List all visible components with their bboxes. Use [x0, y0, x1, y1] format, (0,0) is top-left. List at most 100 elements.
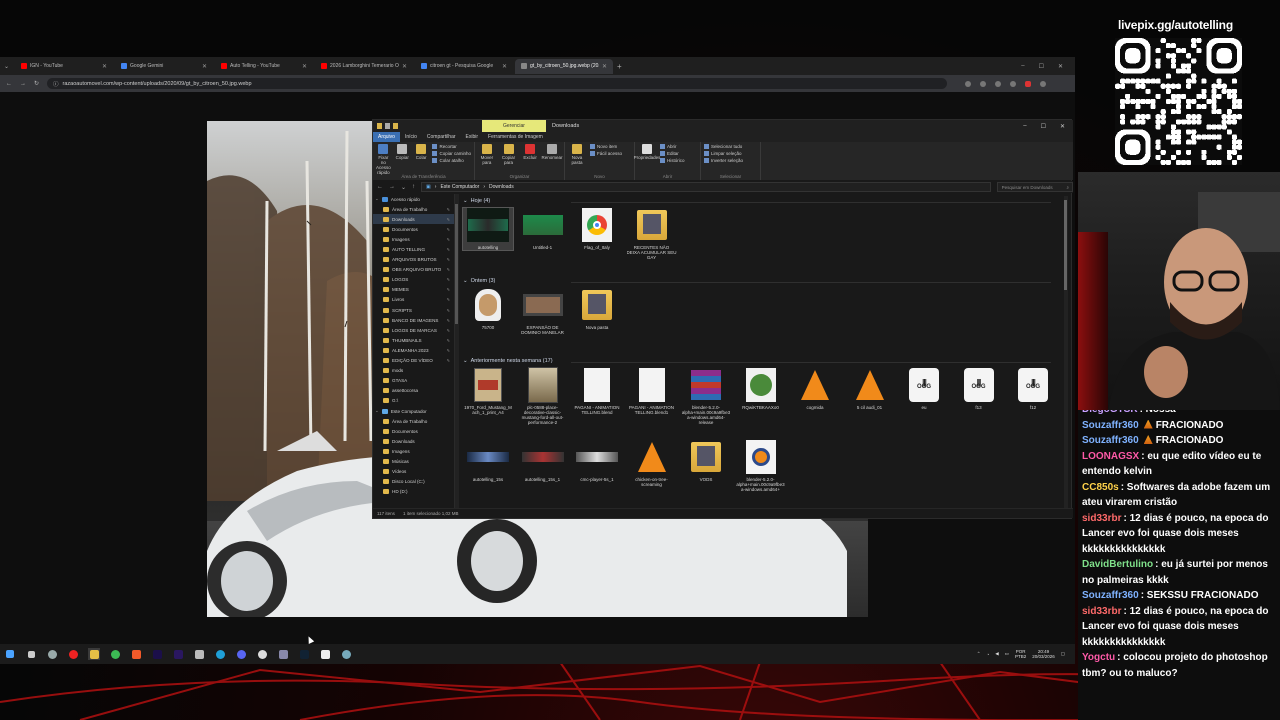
settings-gear-icon[interactable] [340, 648, 352, 660]
sidebar-item[interactable]: Músicas [373, 456, 454, 466]
new-folder-icon[interactable] [393, 123, 398, 129]
new-tab-button[interactable]: + [617, 62, 622, 71]
chat-username[interactable]: DavidBertulino [1082, 559, 1153, 570]
opera-icon[interactable] [67, 648, 79, 660]
sidebar-item[interactable]: ARQUIVOS BRUTOS ✎ [373, 255, 454, 265]
properties-icon[interactable] [385, 123, 390, 129]
file-item[interactable]: RQwiKTBKAAXo0 [736, 368, 786, 410]
ribbon-tab[interactable]: Arquivo [373, 132, 400, 142]
group-header[interactable]: ⌄ Anteriormente nesta semana (17) [463, 358, 553, 364]
premiere-icon[interactable] [151, 648, 163, 660]
file-item[interactable]: 5 cil audi_01 [845, 368, 895, 410]
sidebar-item[interactable]: BANCO DE IMAGENS ✎ [373, 315, 454, 325]
select-all-button[interactable]: Selecionar tudo [704, 144, 743, 149]
file-item[interactable]: Nova pasta [572, 288, 622, 330]
search-field[interactable]: Pesquisar em Downloads ⌕ [996, 182, 1073, 192]
file-item[interactable]: RECENTES NÃO DEIXA ACUMULAR SEU GAY [627, 208, 677, 260]
file-item[interactable]: ||| OGG eu [899, 368, 949, 410]
browser-tab[interactable]: gt_by_citroen_50.jpg.webp (20... ✕ [515, 58, 614, 74]
browser-tab[interactable]: Google Gemini ✕ [115, 59, 213, 74]
reload-icon[interactable]: ↻ [34, 80, 39, 87]
file-item[interactable]: Flag_of_Italy [572, 208, 622, 250]
file-item[interactable]: EXPANSÃO DE DOMINIO MANELAR [518, 288, 568, 335]
file-item[interactable]: blender-5.2.0-alpha+main.00c9a9fbe3a-win… [736, 440, 786, 492]
paste-shortcut-button[interactable]: Colar atalho [432, 158, 471, 163]
tab-close-icon[interactable]: ✕ [102, 63, 107, 70]
new-item-button[interactable]: Novo item [590, 144, 622, 149]
breadcrumb[interactable]: ▣ › Este Computador › Downloads [421, 182, 991, 192]
sidebar-item[interactable]: HD (D:) [373, 487, 454, 497]
tab-search-icon[interactable]: ⌄ [4, 63, 9, 70]
file-item[interactable]: PAGANI - ANIMATION TELLING.blend [572, 368, 622, 415]
up-arrow-icon[interactable]: ↑ [412, 184, 415, 190]
chat-username[interactable]: LOONAGSX [1082, 451, 1139, 462]
file-item[interactable]: chicken-on-tree-screaming [627, 440, 677, 487]
folder-icon[interactable] [377, 123, 382, 129]
chat-username[interactable]: CC850s [1082, 482, 1119, 493]
file-item[interactable]: ||| OGG f12 [1008, 368, 1058, 410]
browser-tab[interactable]: 2026 Lamborghini Temerario O ✕ [315, 59, 413, 74]
sidebar-item[interactable]: OBS ARQUIVO BRUTO ✎ [373, 265, 454, 275]
extensions-icon[interactable] [995, 80, 1002, 87]
clear-selection-button[interactable]: Limpar seleção [704, 151, 743, 156]
file-item[interactable]: VODS [681, 440, 731, 482]
file-item[interactable]: cmc-player-5s_1 [572, 440, 622, 482]
chat-username[interactable]: sid33rbr [1082, 513, 1121, 524]
maximize-icon[interactable]: ☐ [1039, 63, 1044, 70]
sidebar-item[interactable]: Área de Trabalho ✎ [373, 204, 454, 214]
file-item[interactable]: PAGANI - ANIMATION TELLING.blend1 [627, 368, 677, 415]
close-icon[interactable]: ✕ [1058, 63, 1063, 70]
chevron-down-icon[interactable]: ⌄ [375, 196, 379, 202]
sidebar-item[interactable]: THUMBNAILS ✎ [373, 335, 454, 345]
file-item[interactable]: 75700 [463, 288, 513, 330]
clock[interactable]: 20:49 20/03/2026 [1032, 649, 1055, 659]
sidebar-item[interactable]: Imagens [373, 446, 454, 456]
easy-access-button[interactable]: Fácil acesso [590, 151, 622, 156]
battery-icon[interactable]: ▭ [1005, 651, 1009, 657]
breadcrumb-this-pc[interactable]: Este Computador [440, 184, 479, 190]
edge-icon[interactable] [214, 648, 226, 660]
chat-username[interactable]: sid33rbr [1082, 606, 1121, 617]
file-item[interactable]: autotelling_15s_1 [518, 440, 568, 482]
back-arrow-icon[interactable]: ← [377, 184, 383, 190]
file-item[interactable]: Untitled-1 [518, 208, 568, 250]
ribbon-tab[interactable]: Início [400, 132, 422, 142]
sidebar-item[interactable]: Disco Local (C:) [373, 477, 454, 487]
back-icon[interactable]: ← [6, 81, 12, 87]
sidebar-item[interactable]: G:\ [373, 396, 454, 406]
forward-icon[interactable]: → [20, 81, 26, 87]
audition-icon[interactable] [298, 648, 310, 660]
browser-tab[interactable]: Auto Telling - YouTube ✕ [215, 59, 313, 74]
context-tab-manage[interactable]: Gerenciar [482, 120, 546, 132]
chevron-up-icon[interactable]: ⌃ [977, 651, 981, 657]
downloads-icon[interactable] [1010, 80, 1017, 87]
chat-username[interactable]: Yogctu [1082, 652, 1115, 663]
ribbon-tab[interactable]: Ferramentas de Imagem [483, 132, 548, 142]
chat-username[interactable]: Souzaffr360 [1082, 435, 1139, 446]
sidebar-item[interactable]: Downloads ✎ [373, 214, 454, 225]
file-item[interactable]: autotelling_15s [463, 440, 513, 482]
sidebar-item[interactable]: Vídeos [373, 467, 454, 477]
task-view-icon[interactable] [25, 648, 37, 660]
forward-arrow-icon[interactable]: → [389, 184, 395, 190]
sidebar-item[interactable]: EDIÇÃO DE VÍDEO ✎ [373, 356, 454, 366]
ribbon-tab[interactable]: Exibir [461, 132, 484, 142]
notifications-icon[interactable]: ▢ [1061, 651, 1065, 657]
sidebar-item[interactable]: ⌄ Este Computador [373, 406, 454, 416]
minimize-icon[interactable]: – [1021, 63, 1024, 70]
site-info-icon[interactable]: ⓘ [53, 80, 59, 88]
scroll-thumb[interactable] [1064, 200, 1067, 290]
windows-start-icon[interactable] [4, 648, 16, 660]
media-encoder-icon[interactable] [172, 648, 184, 660]
minimize-icon[interactable]: – [1023, 123, 1026, 130]
file-item[interactable]: autotelling [462, 207, 514, 251]
sidebar-item[interactable]: Documentos [373, 426, 454, 436]
chat-username[interactable]: Souzaffr360 [1082, 590, 1139, 601]
file-item[interactable]: blender-5.2.0-alpha+main.00c9a9fbe3a-win… [681, 368, 731, 425]
chat-username[interactable]: DiegoGTSR [1082, 410, 1138, 415]
sidebar-item[interactable]: Downloads [373, 436, 454, 446]
network-icon[interactable]: ◔ [986, 652, 989, 657]
group-header[interactable]: ⌄ Ontem (3) [463, 278, 495, 284]
sidebar-item[interactable]: ALEMANHA 2023 ✎ [373, 345, 454, 355]
chat-username[interactable]: Souzaffr360 [1082, 420, 1139, 431]
